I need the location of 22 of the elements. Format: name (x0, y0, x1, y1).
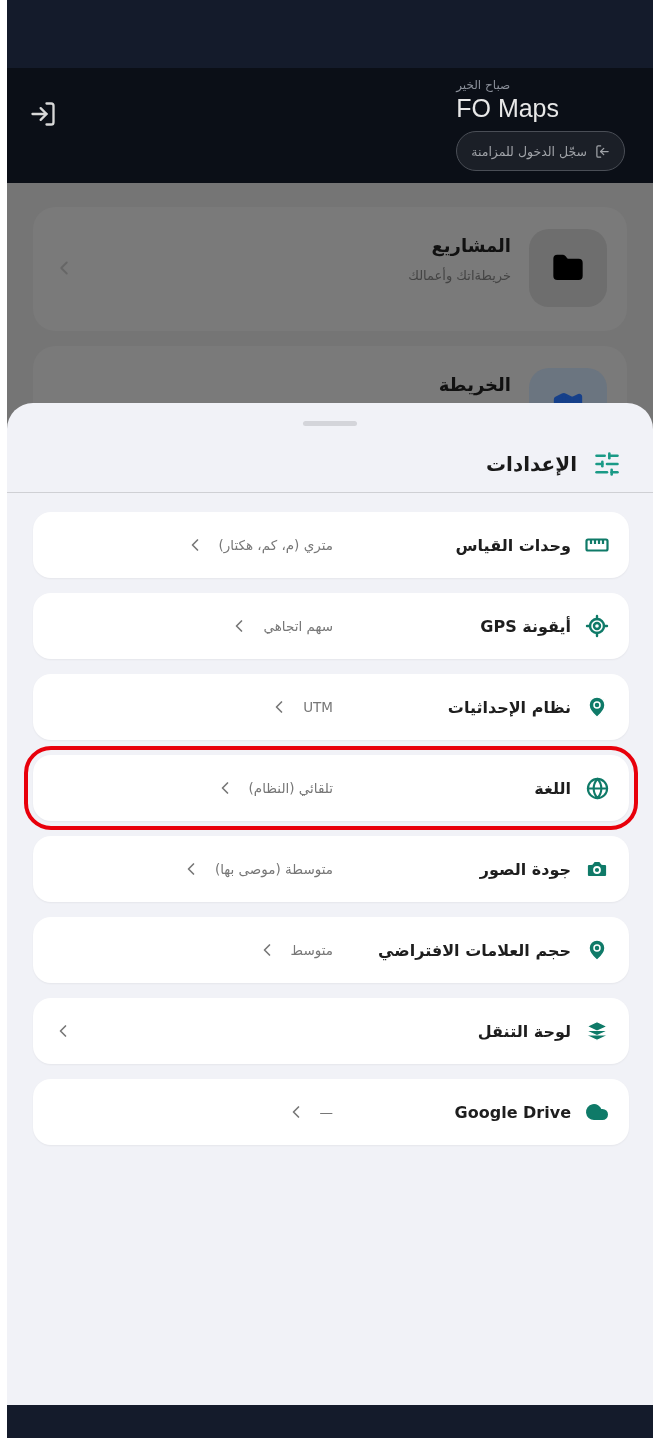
menu-card[interactable]: الخريطة (33, 346, 627, 403)
ruler-icon (585, 538, 609, 552)
login-icon (595, 143, 610, 159)
settings-row[interactable]: جودة الصور متوسطة (موصى بها) (33, 836, 629, 902)
sync-login-button[interactable]: سجّل الدخول للمزامنة (456, 131, 625, 171)
globe-icon (585, 776, 609, 800)
settings-row[interactable]: Google Drive — (33, 1079, 629, 1145)
login-button[interactable] (29, 100, 57, 128)
card-title: المشاريع (430, 235, 511, 256)
app-title: FO Maps (456, 94, 559, 123)
settings-row[interactable]: وحدات القياس متري (م، كم، هكتار) (33, 512, 629, 578)
crosshair-icon (585, 614, 609, 638)
folder-icon (529, 229, 607, 307)
layers-icon (586, 1020, 608, 1042)
sheet-title: الإعدادات (485, 452, 577, 476)
settings-row[interactable]: أيقونة GPS سهم اتجاهي (33, 593, 629, 659)
settings-row[interactable]: حجم العلامات الافتراضي متوسط (33, 917, 629, 983)
settings-row[interactable]: لوحة التنقل (33, 998, 629, 1064)
settings-icon (593, 450, 621, 478)
drag-handle[interactable] (303, 421, 357, 426)
greeting-text: صباح الخير (456, 78, 511, 92)
card-title: الخريطة (437, 374, 511, 395)
